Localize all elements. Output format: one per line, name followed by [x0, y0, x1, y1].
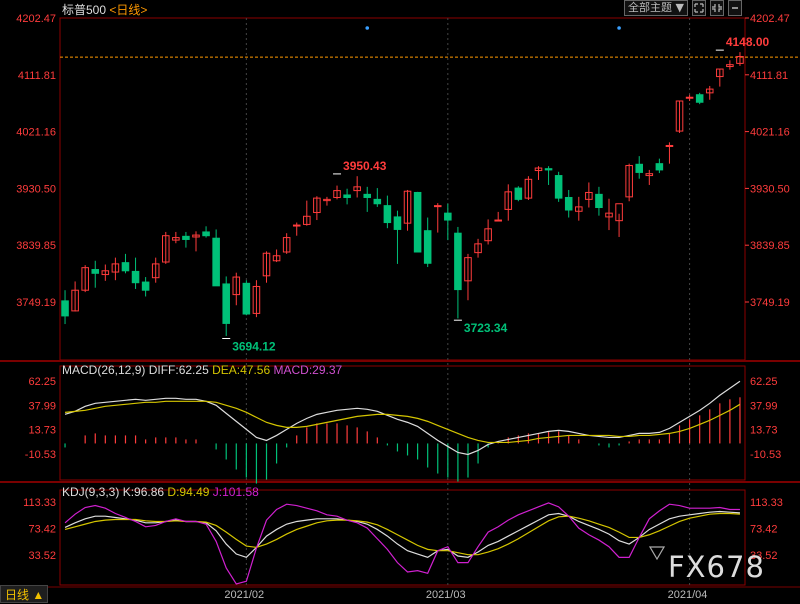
logo-icon [649, 546, 665, 560]
candle-body [544, 168, 553, 171]
candle-body [564, 196, 573, 211]
macd-panel-frame [59, 365, 746, 481]
candle-body [222, 283, 230, 324]
kdj-name: KDJ(9,3,3) [62, 485, 120, 499]
macd-dea-line [64, 400, 741, 444]
candle-body [494, 219, 502, 222]
kdj-tick-label-left: 113.33 [23, 497, 56, 509]
candle-body [202, 231, 210, 237]
price-tick-label: 3749.19 [750, 297, 790, 309]
price-annotation: 3723.34 [464, 321, 508, 335]
candle-body [182, 235, 190, 240]
shrink-icon[interactable] [710, 0, 724, 16]
x-tick-label: 2021/04 [668, 589, 708, 601]
price-tick-label-left: 4111.81 [18, 70, 56, 82]
macd-tick-label-left: 13.73 [28, 425, 56, 437]
period-button[interactable]: 日线 ▲ [0, 585, 48, 603]
candle-body [433, 205, 442, 208]
macd-diff-value: DIFF:62.25 [148, 363, 209, 377]
price-tick-label: 4111.81 [750, 70, 788, 82]
macd-tick-label: -10.53 [750, 449, 781, 461]
candle-body [61, 300, 69, 317]
kdj-j-line [64, 502, 740, 585]
price-panel-frame [59, 17, 746, 361]
event-marker [617, 26, 621, 30]
candle-body [554, 175, 563, 199]
candle-body [514, 187, 523, 200]
price-annotation: 4148.00 [726, 35, 770, 49]
price-annotation: 3950.43 [343, 159, 387, 173]
price-tick-label-left: 4021.16 [16, 127, 56, 139]
kdj-tick-label-left: 33.52 [28, 550, 56, 562]
price-annotation: 3694.12 [232, 340, 276, 354]
theme-dropdown[interactable]: 全部主题 ▼ [624, 0, 688, 16]
candle-body [363, 193, 372, 198]
macd-tick-label-left: -10.53 [25, 449, 56, 461]
candle-body [121, 262, 130, 272]
stock-chart[interactable]: 3694.123950.433723.344148.00 2021/02 2021… [0, 0, 800, 603]
candle-body [413, 191, 422, 253]
chevron-down-icon: ▼ [675, 1, 684, 14]
macd-header: MACD(26,12,9) DIFF:62.25 DEA:47.56 MACD:… [62, 363, 342, 377]
symbol-name: 标普500 [62, 3, 107, 17]
kdj-d-line [64, 512, 741, 556]
chart-header: 标普500 <日线> [62, 1, 147, 18]
macd-tick-label: 13.73 [750, 425, 778, 437]
macd-dea-value: DEA:47.56 [212, 363, 271, 377]
x-tick-label: 2021/03 [426, 589, 466, 601]
chart-plot-area: 3694.12 3950.43 3723.34 4148.00 [60, 26, 800, 585]
candle-body [383, 205, 392, 224]
price-tick-label-left: 3930.50 [16, 183, 56, 195]
price-tick-label-left: 3839.85 [16, 240, 56, 252]
candle-body [635, 163, 644, 173]
kdj-d-value: D:94.49 [167, 485, 210, 499]
candle-body [292, 224, 301, 227]
macd-diff-line [64, 380, 741, 456]
period-link[interactable]: <日线> [109, 3, 147, 17]
price-tick-label: 4021.16 [750, 127, 790, 139]
kdj-k-value: K:96.86 [122, 485, 165, 499]
macd-tick-label: 37.99 [750, 400, 778, 412]
candle-body [595, 193, 603, 209]
macd-macd-value: MACD:29.37 [273, 363, 343, 377]
price-axes: 2021/02 2021/03 2021/04 4202.47 4111.81 4021.… [16, 13, 790, 601]
price-tick-label-left: 3749.19 [16, 297, 56, 309]
candle-body [444, 212, 452, 221]
theme-label: 全部主题 [628, 1, 673, 14]
price-tick-label: 3930.50 [750, 183, 790, 195]
candle-body [91, 269, 100, 274]
x-tick-label: 2021/02 [224, 589, 264, 601]
macd-name: MACD(26,12,9) [62, 363, 146, 377]
candle-body [665, 144, 674, 147]
chart-toolbar: 全部主题 ▼ [624, 0, 742, 16]
price-tick-label: 4202.47 [750, 13, 790, 25]
candle-body [423, 230, 432, 264]
kdj-j-value: J:101.58 [212, 485, 259, 499]
kdj-k-line [64, 510, 741, 559]
kdj-header: KDJ(9,3,3) K:96.86 D:94.49 J:101.58 [62, 485, 259, 499]
candle-body [141, 281, 150, 291]
macd-tick-label-left: 37.99 [28, 400, 56, 412]
price-tick-label-left: 4202.47 [16, 13, 56, 25]
candle-body [131, 270, 140, 284]
candle-body [655, 163, 664, 171]
macd-tick-label: 62.25 [750, 376, 778, 388]
expand-icon[interactable] [692, 0, 706, 16]
event-marker [365, 26, 370, 30]
candle-body [212, 237, 220, 287]
candle-body [242, 282, 251, 315]
minus-icon[interactable] [728, 0, 742, 16]
watermark: FX678 [668, 550, 765, 584]
kdj-tick-label-left: 73.42 [28, 524, 56, 536]
kdj-tick-label: 73.42 [750, 524, 778, 536]
candle-body [695, 94, 704, 103]
macd-tick-label-left: 62.25 [28, 376, 56, 388]
candle-body [343, 194, 351, 198]
candle-body [685, 96, 694, 99]
candle-body [373, 198, 382, 205]
price-tick-label: 3839.85 [750, 240, 790, 252]
candle-body [454, 232, 462, 291]
kdj-tick-label: 113.33 [750, 497, 783, 509]
candle-body [393, 216, 402, 230]
